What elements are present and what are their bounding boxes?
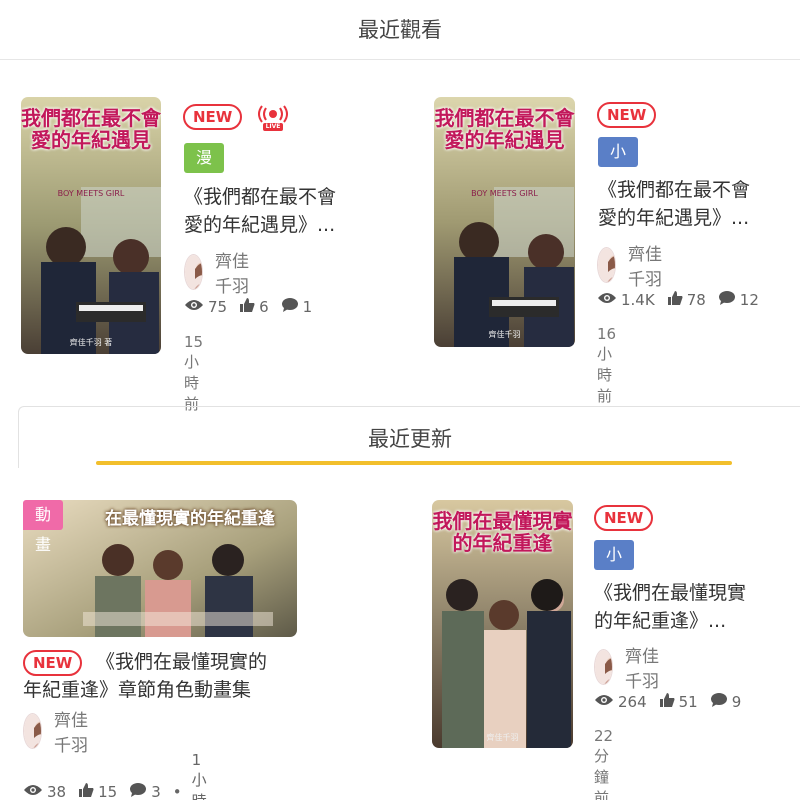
work-title-line: 《我們在最懂現實的 [96, 651, 268, 673]
time-ago: 22 分鐘前 [594, 727, 614, 800]
eye-icon [184, 298, 204, 316]
work-title-line: 年紀重逢》章節角色動畫集 [23, 679, 252, 701]
time-ago: 15 小時前 [184, 333, 204, 413]
cover-title: 我們都在最不會愛的年紀遇見 [434, 106, 575, 152]
work-title-line: 《我們都在最不會 [184, 186, 337, 208]
cover-subtitle: BOY MEETS GIRL [471, 189, 538, 198]
thumbs-up-icon [78, 782, 94, 800]
comment-count: 12 [739, 291, 759, 309]
cover-title: 我們都在最不會愛的年紀遇見 [21, 106, 161, 152]
work-title[interactable]: 《我們都在最不會 愛的年紀遇見》... [184, 183, 384, 239]
cover-author: 齊佳千羽 [488, 330, 521, 339]
comment-icon [281, 297, 299, 317]
view-count: 1.4K [621, 291, 655, 309]
avatar [23, 713, 42, 749]
cover-title: 我們在最懂現實的年紀重逢 [432, 509, 573, 555]
live-label: LIVE [265, 123, 281, 130]
new-badge: NEW [23, 650, 83, 676]
avatar [184, 254, 203, 290]
cover-author: 齊佳千羽 著 [69, 338, 113, 347]
stats: 38 15 3 • 1 小時前 [23, 751, 207, 800]
comment-count: 3 [151, 782, 161, 800]
cover-subtitle: BOY MEETS GIRL [57, 189, 125, 198]
new-badge: NEW [594, 505, 654, 531]
view-count: 75 [208, 298, 228, 316]
view-count: 264 [618, 693, 647, 711]
like-count: 15 [98, 782, 118, 800]
author-name: 齊佳千羽 [628, 245, 662, 290]
like-count: 78 [686, 291, 706, 309]
stats: 264 51 9 [594, 692, 747, 712]
comment-icon [129, 782, 147, 800]
author[interactable]: 齊佳千羽 [597, 240, 662, 290]
thumbs-up-icon [659, 692, 675, 712]
like-count: 51 [678, 693, 698, 711]
author-name: 齊佳千羽 [54, 711, 88, 756]
work-title[interactable]: 《我們都在最不會 愛的年紀遇見》... [598, 176, 798, 232]
author-name: 齊佳千羽 [625, 647, 659, 692]
separator-dot: • [172, 782, 182, 800]
view-count: 38 [47, 782, 67, 800]
type-badge-animation: 動畫 [23, 500, 64, 554]
stats: 75 6 1 [184, 297, 318, 317]
eye-icon [23, 783, 43, 800]
work-title[interactable]: 《我們在最懂現實的 [96, 648, 356, 676]
work-title[interactable]: 年紀重逢》章節角色動畫集 [23, 676, 303, 704]
eye-icon [597, 291, 617, 309]
comment-count: 9 [731, 693, 742, 711]
like-count: 6 [259, 298, 269, 316]
avatar [594, 649, 613, 685]
thumbs-up-icon [667, 290, 683, 310]
thumbs-up-icon [239, 297, 255, 317]
active-tab-underline [96, 461, 732, 465]
author[interactable]: 齊佳千羽 [184, 247, 249, 297]
avatar [597, 247, 616, 283]
work-title-line: 《我們都在最不會 [598, 179, 751, 201]
author[interactable]: 齊佳千羽 [23, 706, 88, 756]
work-title-line: 《我們在最懂現實 [594, 582, 747, 604]
type-badge-novel: 小說 [594, 540, 635, 594]
section-header-recent-updated: 最近更新 [18, 406, 800, 468]
work-title-line: 愛的年紀遇見》... [184, 214, 336, 236]
cover-image[interactable]: 在最懂現實的年紀重逢 [23, 500, 297, 637]
type-badge-novel: 小說 [598, 137, 639, 191]
author[interactable]: 齊佳千羽 [594, 642, 659, 692]
new-badge: NEW [183, 104, 243, 130]
section-title-recent-updated: 最近更新 [368, 427, 452, 451]
cover-image[interactable]: 我們在最懂現實的年紀重逢 齊佳千羽 [432, 500, 573, 748]
live-icon: LIVE [253, 104, 293, 132]
new-badge: NEW [597, 102, 657, 128]
stats: 1.4K 78 12 [597, 290, 765, 310]
time-ago: 1 小時前 [191, 751, 207, 800]
comment-count: 1 [302, 298, 313, 316]
cover-title: 在最懂現實的年紀重逢 [105, 509, 275, 529]
work-title-line: 的年紀重逢》... [594, 610, 727, 632]
section-title-recent-viewed: 最近觀看 [0, 14, 800, 60]
author-name: 齊佳千羽 [215, 252, 249, 297]
comment-icon [718, 290, 736, 310]
work-title-line: 愛的年紀遇見》... [598, 207, 750, 229]
time-ago: 16 小時前 [597, 325, 617, 405]
cover-image[interactable]: 我們都在最不會愛的年紀遇見 BOY MEETS GIRL 齊佳千羽 [434, 97, 575, 347]
type-badge-manhua: 漫畫 [184, 143, 225, 197]
comment-icon [710, 692, 728, 712]
work-title[interactable]: 《我們在最懂現實 的年紀重逢》... [594, 579, 794, 635]
cover-author: 齊佳千羽 [486, 733, 519, 742]
eye-icon [594, 693, 614, 711]
cover-image[interactable]: 我們都在最不會愛的年紀遇見 BOY MEETS GIRL 齊佳千羽 著 [21, 97, 161, 354]
